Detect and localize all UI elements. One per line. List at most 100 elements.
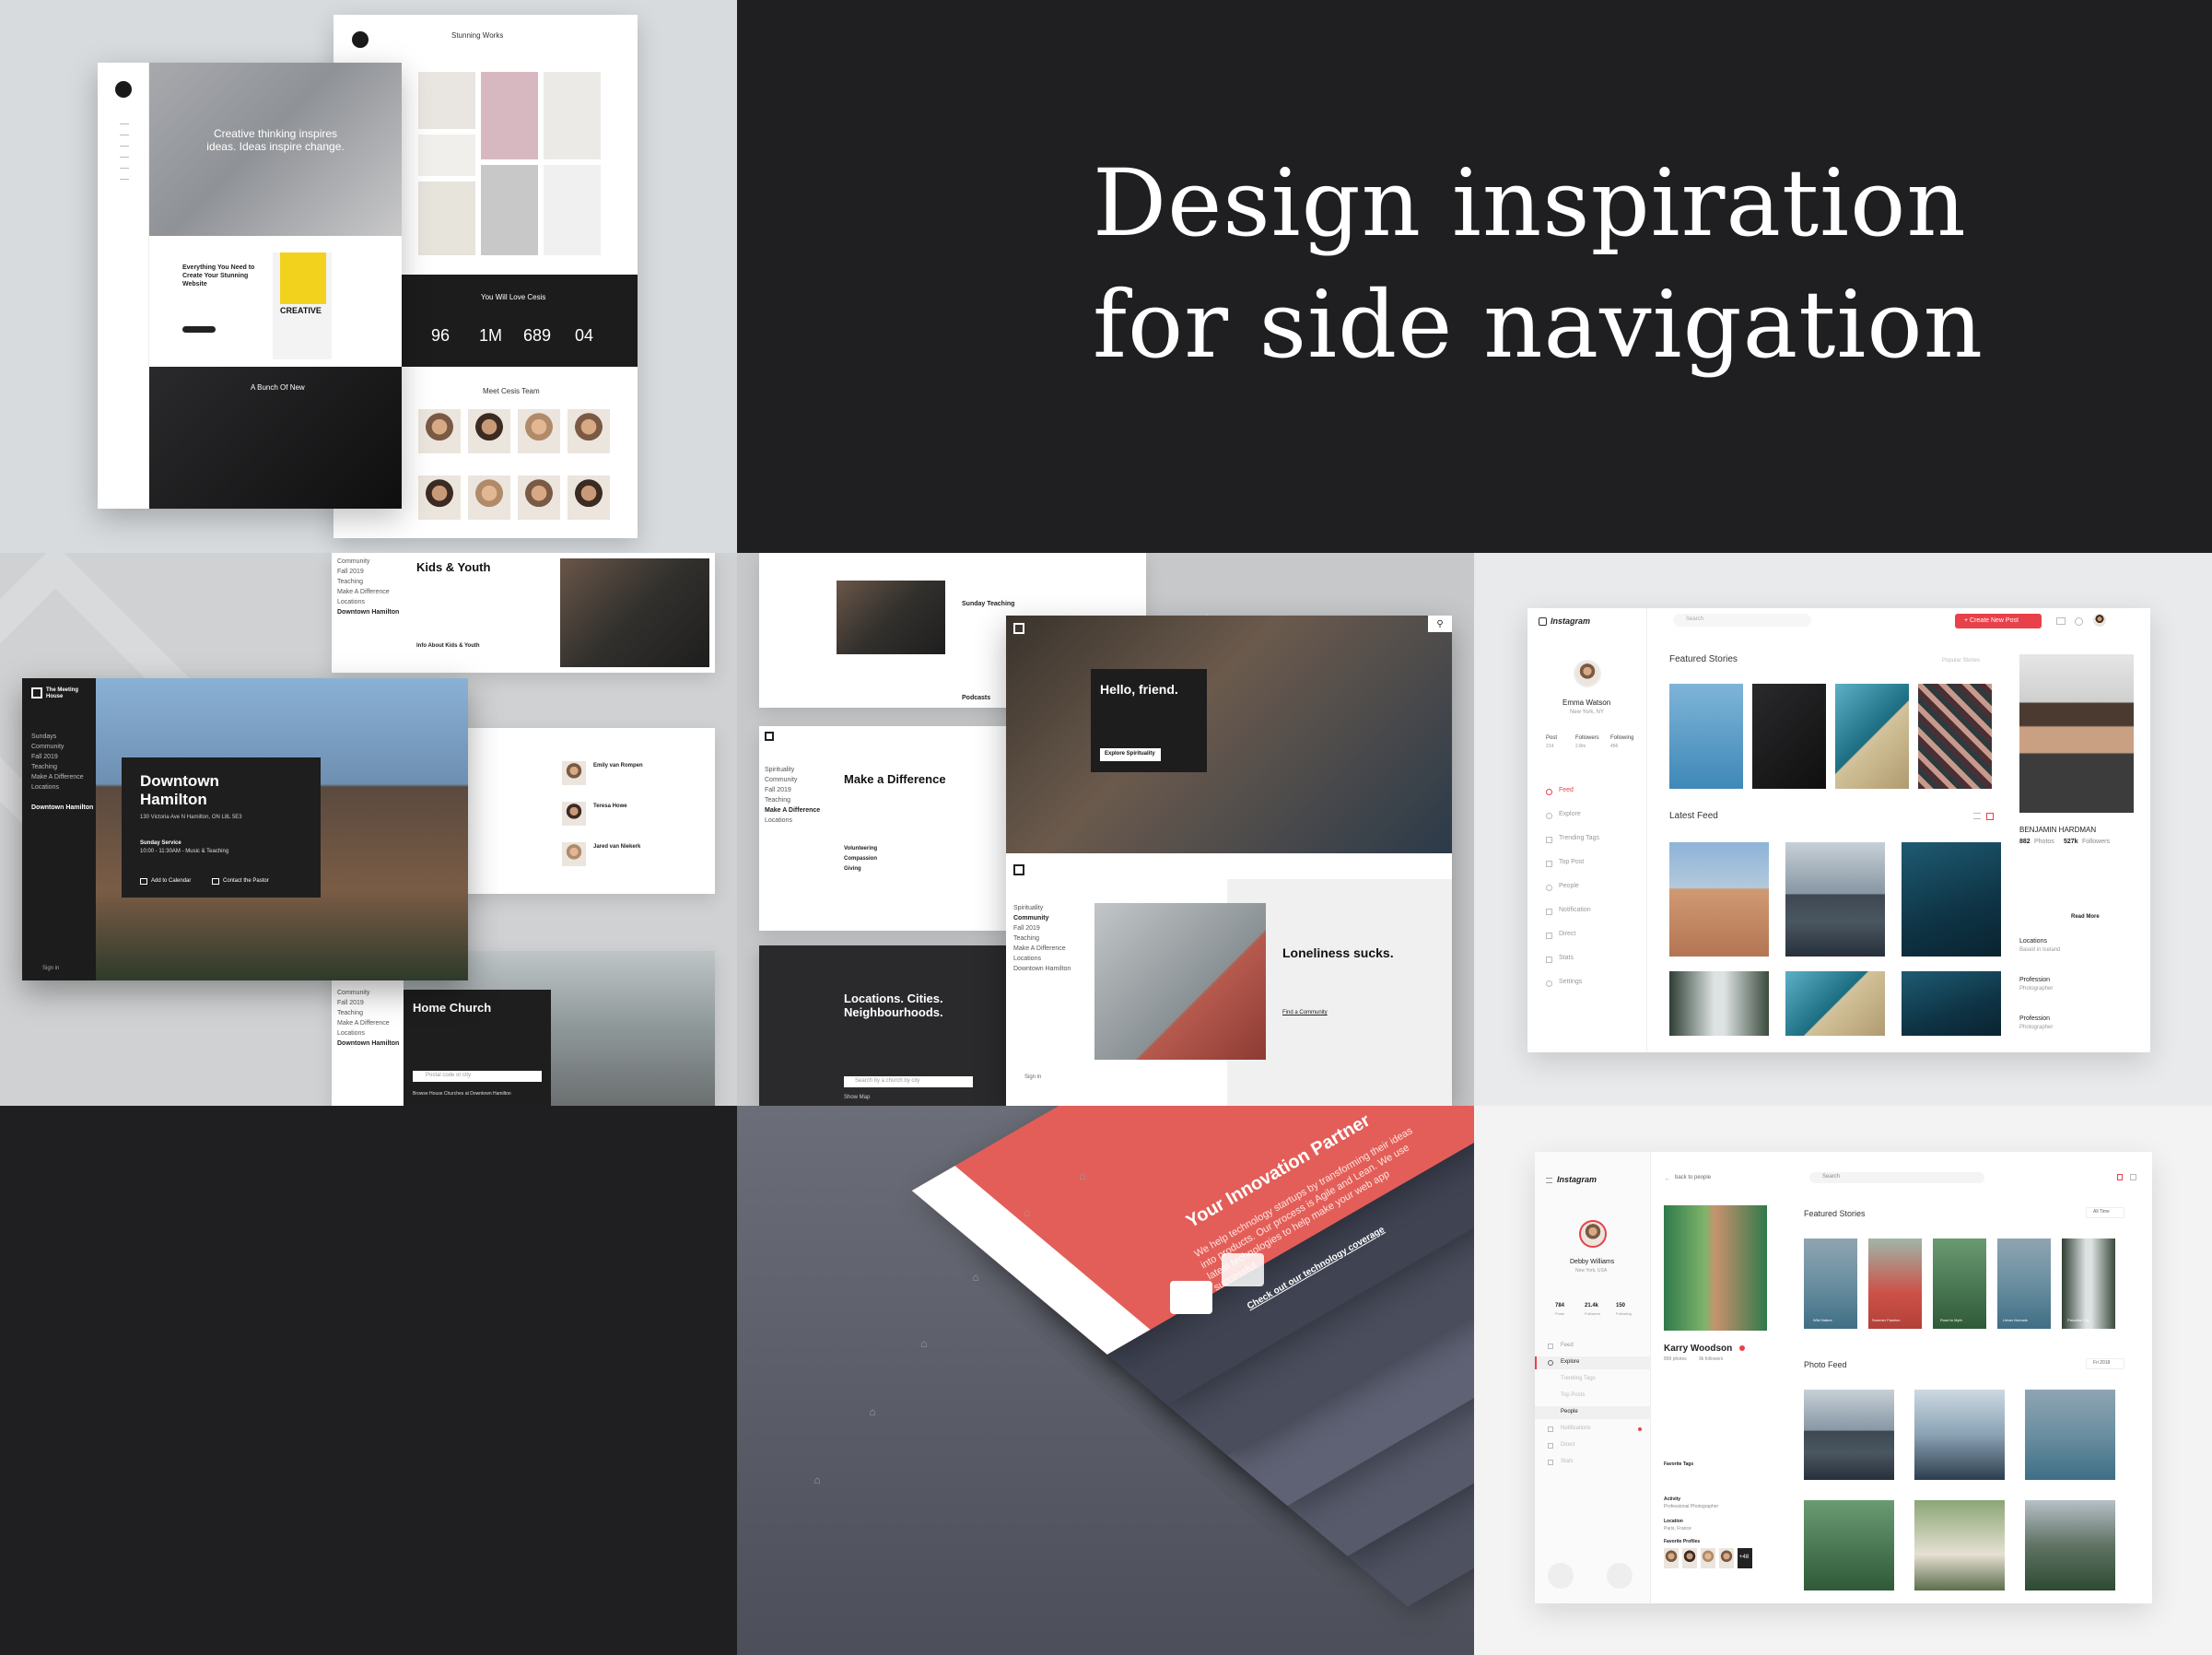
insta2-feed-2[interactable]	[1914, 1390, 2005, 1480]
meeting-signin[interactable]: Sign in	[1024, 1074, 1041, 1080]
insta1-nav-notification[interactable]: Notification	[1559, 907, 1591, 913]
cesis-cta-button[interactable]	[182, 326, 216, 333]
list-view-icon[interactable]	[1973, 813, 1981, 819]
insta1-side-read-more[interactable]: Read More	[2071, 914, 2100, 920]
meeting-sunday-teaching[interactable]: Sunday Teaching	[962, 601, 1014, 607]
cesis-team-4[interactable]	[568, 409, 610, 453]
church-nav-downtown[interactable]: Downtown Hamilton	[31, 803, 93, 813]
insta1-nav-explore[interactable]: Explore	[1559, 811, 1581, 817]
insta2-feed-4[interactable]	[1804, 1500, 1894, 1590]
meeting-diff-link-giving[interactable]: Giving	[844, 866, 861, 872]
insta1-feed-4[interactable]	[1669, 971, 1769, 1036]
church-sidenav-item[interactable]: Teaching	[337, 1008, 399, 1018]
cesis-team-1[interactable]	[418, 409, 461, 453]
meeting-nav-community[interactable]: Community	[1013, 913, 1071, 923]
meeting-nav-difference[interactable]: Make A Difference	[1013, 944, 1071, 954]
cesis-work-2[interactable]	[481, 72, 538, 159]
meeting-diff-link-volunteering[interactable]: Volunteering	[844, 846, 877, 851]
insta1-nav-stats[interactable]: Stats	[1559, 955, 1574, 961]
bell-icon[interactable]	[2117, 1174, 2123, 1180]
cesis-work-4[interactable]	[418, 135, 475, 176]
insta1-nav-feed[interactable]: Feed	[1559, 787, 1574, 793]
insta1-nav-top[interactable]: Top Post	[1559, 859, 1584, 865]
insta1-popular-stories[interactable]: Popular Stories	[1942, 658, 1980, 663]
insta2-feed-1[interactable]	[1804, 1390, 1894, 1480]
insta2-nav-notifications[interactable]: Notifications	[1561, 1426, 1591, 1431]
insta2-nav-people[interactable]: People	[1561, 1409, 1578, 1414]
meeting-diff-nav[interactable]: Fall 2019	[765, 785, 820, 795]
insta1-nav-direct[interactable]: Direct	[1559, 931, 1575, 937]
meeting-diff-link-compassion[interactable]: Compassion	[844, 856, 877, 862]
insta1-feed-6[interactable]	[1902, 971, 2001, 1036]
cesis-work-1[interactable]	[418, 72, 475, 129]
church-nav-community[interactable]: Community	[31, 742, 93, 752]
church-sidenav-item[interactable]: Downtown Hamilton	[337, 607, 399, 617]
cesis-work-3[interactable]	[544, 72, 601, 159]
menu-icon[interactable]	[2130, 1174, 2136, 1180]
search-icon[interactable]: ⚲	[1428, 616, 1452, 632]
cesis-team-6[interactable]	[468, 475, 510, 520]
menu-icon[interactable]	[1546, 1178, 1552, 1183]
home-icon[interactable]: ⌂	[1021, 1206, 1034, 1219]
insta1-feed-1[interactable]	[1669, 842, 1769, 957]
meeting-nav-spirituality[interactable]: Spirituality	[1013, 903, 1071, 913]
church-nav-teaching[interactable]: Teaching	[31, 762, 93, 772]
church-sidenav-item[interactable]: Teaching	[337, 577, 399, 587]
insta2-nav-explore[interactable]: Explore	[1561, 1359, 1579, 1365]
back-arrow-icon[interactable]: ←	[1664, 1176, 1671, 1182]
church-sidenav-item[interactable]: Fall 2019	[337, 998, 399, 1008]
meeting-nav-teaching[interactable]: Teaching	[1013, 933, 1071, 944]
insta1-story-2[interactable]	[1752, 684, 1826, 789]
cesis-work-6[interactable]	[481, 165, 538, 255]
insta1-story-3[interactable]	[1835, 684, 1909, 789]
insta1-feed-2[interactable]	[1785, 842, 1885, 957]
home-icon[interactable]: ⌂	[1076, 1169, 1089, 1182]
logout-icon[interactable]	[1607, 1563, 1633, 1589]
insta2-story-2[interactable]	[1868, 1238, 1922, 1329]
insta2-story-4[interactable]	[1997, 1238, 2051, 1329]
insta2-fav-profile[interactable]	[1664, 1548, 1679, 1568]
image-icon[interactable]	[1222, 1253, 1264, 1286]
insta2-feed-5[interactable]	[1914, 1500, 2005, 1590]
home-icon[interactable]: ⌂	[866, 1405, 879, 1418]
insta2-story-3[interactable]	[1933, 1238, 1986, 1329]
meeting-diff-nav[interactable]: Teaching	[765, 795, 820, 805]
insta1-story-4[interactable]	[1918, 684, 1992, 789]
cesis-work-5[interactable]	[418, 182, 475, 255]
image-icon[interactable]	[1170, 1281, 1212, 1314]
insta2-story-1[interactable]	[1804, 1238, 1857, 1329]
church-sidenav-item[interactable]: Locations	[337, 597, 399, 607]
meeting-diff-nav[interactable]: Locations	[765, 816, 820, 826]
insta1-nav-people[interactable]: People	[1559, 883, 1579, 889]
insta2-nav-top[interactable]: Top Posts	[1561, 1392, 1585, 1398]
church-nav-difference[interactable]: Make A Difference	[31, 772, 93, 782]
insta2-story-5[interactable]	[2062, 1238, 2115, 1329]
church-sidenav-item[interactable]: Downtown Hamilton	[337, 1039, 399, 1049]
insta1-nav-settings[interactable]: Settings	[1559, 979, 1582, 985]
insta1-feed-3[interactable]	[1902, 842, 2001, 957]
cesis-team-7[interactable]	[518, 475, 560, 520]
insta2-fav-profile[interactable]	[1682, 1548, 1697, 1568]
cesis-team-3[interactable]	[518, 409, 560, 453]
church-nav-sundays[interactable]: Sundays	[31, 732, 93, 742]
cesis-team-2[interactable]	[468, 409, 510, 453]
meeting-diff-nav[interactable]: Spirituality	[765, 765, 820, 775]
church-sidenav-item[interactable]: Make A Difference	[337, 587, 399, 597]
church-sidenav-item[interactable]: Community	[337, 557, 399, 567]
meeting-nav-locations[interactable]: Locations	[1013, 954, 1071, 964]
mail-icon[interactable]	[2056, 617, 2066, 625]
meeting-show-map[interactable]: Show Map	[844, 1095, 870, 1100]
home-icon[interactable]: ⌂	[969, 1271, 982, 1284]
church-kids-link[interactable]: Info About Kids & Youth	[416, 643, 480, 649]
home-icon[interactable]: ⌂	[918, 1337, 930, 1350]
meeting-nav-downtown[interactable]: Downtown Hamilton	[1013, 964, 1071, 974]
church-sidenav-item[interactable]: Community	[337, 988, 399, 998]
heart-icon[interactable]	[2075, 617, 2083, 626]
church-sidenav-item[interactable]: Fall 2019	[337, 567, 399, 577]
insta2-nav-stats[interactable]: Stats	[1561, 1459, 1574, 1464]
insta2-nav-feed[interactable]: Feed	[1561, 1343, 1574, 1348]
insta2-feed-3[interactable]	[2025, 1390, 2115, 1480]
insta1-story-1[interactable]	[1669, 684, 1743, 789]
insta1-nav-trending[interactable]: Trending Tags	[1559, 835, 1599, 841]
insta2-nav-trending[interactable]: Trending Tags	[1561, 1376, 1596, 1381]
